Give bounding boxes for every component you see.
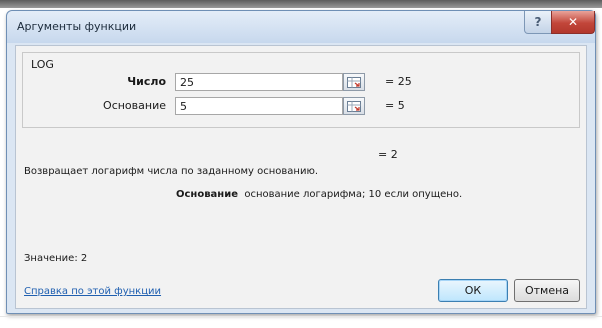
dialog-title: Аргументы функции — [17, 20, 137, 33]
bottom-divider — [0, 316, 602, 317]
number-input[interactable] — [175, 73, 343, 91]
base-range-button[interactable] — [343, 97, 365, 115]
base-label: Основание — [103, 99, 166, 112]
formula-result-preview: = 2 — [378, 148, 398, 161]
help-button[interactable]: ? — [524, 11, 552, 34]
function-name: LOG — [31, 58, 54, 71]
formula-result: Значение: 2 — [24, 253, 87, 264]
range-selector-icon — [347, 76, 361, 88]
argument-help-name: Основание — [176, 189, 238, 200]
base-input[interactable] — [175, 97, 343, 115]
background-strip — [0, 0, 602, 8]
close-button[interactable]: ✕ — [551, 11, 595, 34]
number-evaluated: = 25 — [385, 75, 412, 88]
function-help-link[interactable]: Справка по этой функции — [24, 286, 161, 297]
function-description: Возвращает логарифм числа по заданному о… — [24, 166, 319, 177]
result-value: 2 — [80, 253, 88, 264]
function-arguments-dialog: Аргументы функции ? ✕ LOG Число = 25 Осн… — [6, 10, 596, 314]
number-label: Число — [127, 75, 166, 88]
base-evaluated: = 5 — [385, 99, 405, 112]
range-selector-icon — [347, 100, 361, 112]
help-icon: ? — [534, 15, 542, 29]
ok-button[interactable]: ОК — [438, 279, 508, 302]
close-icon: ✕ — [567, 15, 579, 29]
result-label: Значение: — [24, 253, 78, 264]
dialog-content: LOG Число = 25 Основание — [15, 45, 587, 309]
argument-help-text: основание логарифма; 10 если опущено. — [244, 189, 463, 200]
title-bar[interactable]: Аргументы функции ? ✕ — [7, 11, 595, 43]
number-range-button[interactable] — [343, 73, 365, 91]
argument-help: Основание основание логарифма; 10 если о… — [176, 189, 462, 200]
arguments-group: LOG Число = 25 Основание — [22, 52, 580, 128]
cancel-button[interactable]: Отмена — [514, 279, 580, 302]
